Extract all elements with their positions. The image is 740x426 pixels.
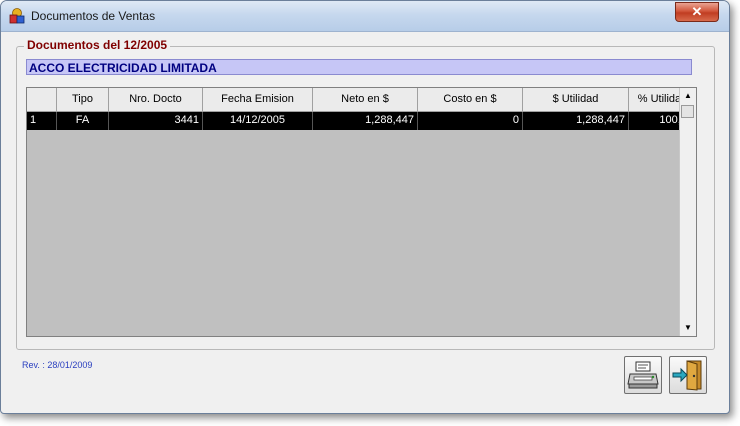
revision-label: Rev. : 28/01/2009: [22, 360, 93, 370]
scroll-up-button[interactable]: ▲: [680, 88, 696, 104]
printer-icon: [627, 361, 659, 389]
grid-header: Tipo Nro. Docto Fecha Emision Neto en $ …: [27, 88, 696, 112]
client-area: Documentos del 12/2005 ACCO ELECTRICIDAD…: [9, 32, 721, 404]
column-header[interactable]: [27, 88, 57, 112]
window-title: Documentos de Ventas: [31, 9, 156, 23]
fecha-emision-cell[interactable]: 14/12/2005: [203, 112, 313, 130]
exit-door-icon: [672, 360, 702, 391]
documents-grid[interactable]: Tipo Nro. Docto Fecha Emision Neto en $ …: [26, 87, 697, 337]
scroll-down-button[interactable]: ▼: [680, 320, 696, 336]
title-bar[interactable]: Documentos de Ventas ✕: [1, 1, 729, 32]
vertical-scrollbar[interactable]: ▲ ▼: [679, 88, 696, 336]
nro-docto-cell[interactable]: 3441: [109, 112, 203, 130]
close-button[interactable]: ✕: [675, 2, 719, 22]
column-header-costo[interactable]: Costo en $: [418, 88, 523, 112]
column-header-fecha-emision[interactable]: Fecha Emision: [203, 88, 313, 112]
utilidad-cell[interactable]: 1,288,447: [523, 112, 629, 130]
app-icon: [9, 8, 25, 24]
column-header-nro-docto[interactable]: Nro. Docto: [109, 88, 203, 112]
column-header-neto[interactable]: Neto en $: [313, 88, 418, 112]
neto-cell[interactable]: 1,288,447: [313, 112, 418, 130]
row-number-cell[interactable]: 1: [27, 112, 57, 130]
exit-button[interactable]: [669, 356, 707, 394]
tipo-cell[interactable]: FA: [57, 112, 109, 130]
column-header-tipo[interactable]: Tipo: [57, 88, 109, 112]
column-header-utilidad[interactable]: $ Utilidad: [523, 88, 629, 112]
table-row[interactable]: 1 FA 3441 14/12/2005 1,288,447 0 1,288,4…: [27, 112, 696, 130]
scroll-thumb[interactable]: [681, 105, 694, 118]
close-icon: ✕: [691, 4, 703, 19]
print-button[interactable]: [624, 356, 662, 394]
company-name: ACCO ELECTRICIDAD LIMITADA: [26, 59, 692, 75]
window: Documentos de Ventas ✕ Documentos del 12…: [0, 0, 730, 414]
group-legend: Documentos del 12/2005: [24, 38, 171, 52]
costo-cell[interactable]: 0: [418, 112, 523, 130]
